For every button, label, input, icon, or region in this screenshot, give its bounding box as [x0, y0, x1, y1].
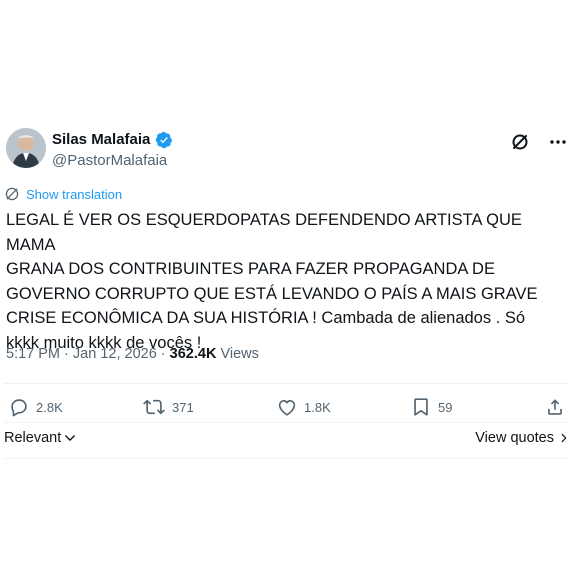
view-quotes-label: View quotes: [475, 430, 554, 446]
reply-count: 2.8K: [36, 399, 63, 415]
divider-bottom: [4, 458, 570, 459]
tweet-meta: 5:17 PM · Jan 12, 2026 · 362.4K Views: [6, 346, 259, 362]
bookmark-icon: [414, 398, 428, 416]
sort-replies-button[interactable]: Relevant: [4, 430, 77, 446]
tweet-date[interactable]: Jan 12, 2026: [73, 346, 157, 362]
verified-badge-icon: [155, 131, 173, 149]
meta-separator: ·: [64, 346, 69, 362]
tweet-header: Silas Malafaia @PastorMalafaia: [6, 128, 574, 174]
bookmark-count: 59: [438, 399, 453, 415]
replies-controls: Relevant View quotes: [4, 430, 570, 450]
tweet-actions: 2.8K 371 1.8K 59: [6, 396, 568, 420]
reply-button[interactable]: 2.8K: [8, 396, 63, 418]
share-icon: [548, 399, 562, 415]
like-heart-icon: [278, 400, 296, 416]
chevron-down-icon: [65, 435, 76, 441]
tweet-text: LEGAL É VER OS ESQUERDOPATAS DEFENDENDO …: [6, 211, 538, 352]
views-count: 362.4K: [169, 346, 217, 362]
like-count: 1.8K: [304, 399, 331, 415]
repost-button[interactable]: 371: [142, 396, 194, 418]
repost-count: 371: [172, 399, 194, 415]
show-translation-label: Show translation: [26, 186, 123, 202]
header-actions: [510, 132, 568, 152]
meta-separator-2: ·: [160, 346, 166, 362]
show-translation-link[interactable]: Show translation: [4, 186, 122, 202]
chevron-right-icon: [561, 433, 567, 443]
like-button[interactable]: 1.8K: [276, 396, 331, 418]
handle[interactable]: @PastorMalafaia: [52, 151, 173, 171]
tweet-time[interactable]: 5:17 PM: [6, 346, 60, 362]
grok-icon[interactable]: [510, 132, 530, 152]
views-label: Views: [220, 346, 259, 362]
reply-icon: [11, 399, 27, 417]
author-names: Silas Malafaia @PastorMalafaia: [52, 130, 173, 171]
tweet-detail: Silas Malafaia @PastorMalafaia Show tran…: [0, 0, 580, 580]
sort-label: Relevant: [4, 430, 62, 446]
share-button[interactable]: [544, 396, 566, 418]
display-name[interactable]: Silas Malafaia: [52, 130, 150, 150]
view-quotes-link[interactable]: View quotes: [475, 430, 570, 446]
bookmark-button[interactable]: 59: [410, 396, 452, 418]
avatar-image: [6, 128, 46, 168]
more-icon[interactable]: [548, 132, 568, 152]
divider-actions: [4, 422, 570, 423]
divider-top: [4, 383, 570, 384]
translate-globe-icon: [5, 187, 19, 201]
avatar[interactable]: [6, 128, 46, 168]
repost-icon: [143, 399, 165, 415]
